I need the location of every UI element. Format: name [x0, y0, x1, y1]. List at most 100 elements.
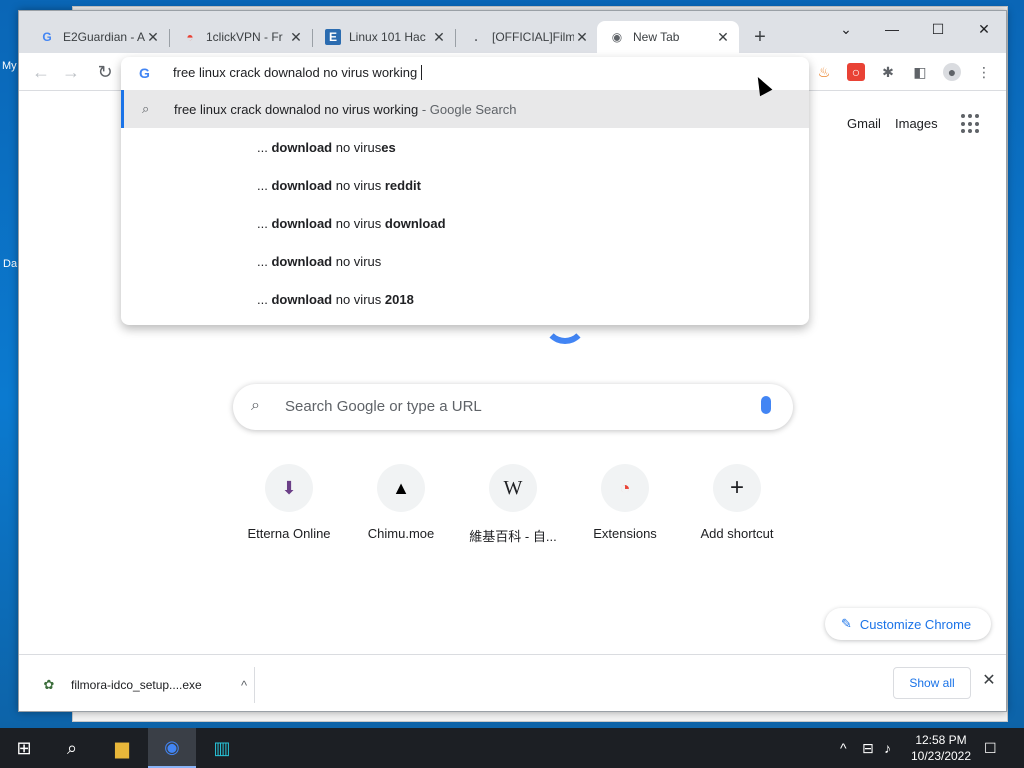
close-icon[interactable]: ✕ — [715, 29, 731, 46]
chevron-up-icon[interactable]: ^ — [234, 678, 254, 693]
extension-fire-icon[interactable]: ♨ — [815, 63, 833, 81]
chrome-icon: ◉ — [611, 30, 623, 44]
side-panel-icon[interactable]: ◧ — [911, 63, 929, 81]
suggestion-suffix: no virus — [332, 139, 382, 155]
suggestion-tail: es — [381, 139, 396, 155]
suggestion-row[interactable]: ... download no virus download — [121, 204, 809, 242]
shortcut-chimu[interactable]: ▲ Chimu.moe — [345, 464, 457, 541]
suggestion-text: free linux crack downalod no virus worki… — [174, 101, 419, 117]
search-icon: ⌕ — [142, 101, 150, 116]
shortcut-wikipedia[interactable]: W 維基百科 - 自... — [457, 464, 569, 545]
extensions-puzzle-icon[interactable]: ✱ — [879, 63, 897, 81]
customize-label: Customize Chrome — [859, 616, 972, 632]
windows-start-icon[interactable]: ⊞ — [0, 728, 48, 768]
minimize-button[interactable]: — — [869, 15, 915, 43]
search-icon[interactable]: ⌕ — [48, 728, 96, 768]
linux-icon: E — [325, 29, 341, 45]
new-tab-button[interactable]: + — [749, 27, 771, 49]
tab-e2guardian[interactable]: G E2Guardian - A ✕ — [27, 21, 169, 53]
omnibox-input[interactable]: free linux crack downalod no virus worki… — [173, 65, 422, 80]
app-taskbar-icon[interactable]: ▥ — [198, 728, 246, 768]
customize-chrome-button[interactable]: ✎ Customize Chrome — [825, 608, 991, 640]
suggestion-suffix: no virus — [332, 253, 382, 269]
suggestion-row[interactable]: ... download no virus reddit — [121, 166, 809, 204]
tab-linux-101[interactable]: E Linux 101 Hac ✕ — [313, 21, 455, 53]
clock-date: 10/23/2022 — [910, 749, 972, 763]
show-all-button[interactable]: Show all — [893, 667, 971, 699]
shortcut-extensions[interactable]: ◔ Extensions — [569, 464, 681, 541]
tab-strip: G E2Guardian - A ✕ ◓ 1clickVPN - Fr ✕ E … — [19, 11, 1006, 53]
file-explorer-icon[interactable]: ▆ — [98, 728, 146, 768]
google-g-icon: G — [139, 65, 150, 81]
suggestion-prefix: ... — [257, 139, 272, 155]
extension-ublock-icon[interactable]: ○ — [847, 63, 865, 81]
tab-label: E2Guardian - A — [63, 30, 145, 44]
clock[interactable]: 12:58 PM 10/23/2022 — [906, 732, 976, 764]
suggestion-row[interactable]: ... download no viruses — [121, 128, 809, 166]
download-filename: filmora-idco_setup....exe — [71, 678, 202, 692]
tab-label: Linux 101 Hac — [349, 30, 426, 44]
etterna-icon: ⬇ — [265, 464, 313, 512]
suggestion-bold: download — [271, 139, 333, 155]
tab-label: 1clickVPN - Fr — [206, 30, 283, 44]
suggestion-row[interactable]: ... download no virus 2018 — [121, 280, 809, 318]
shortcut-label: Chimu.moe — [367, 526, 435, 541]
tab-1clickvpn[interactable]: ◓ 1clickVPN - Fr ✕ — [170, 21, 312, 53]
google-g-icon: G — [42, 30, 52, 44]
suggestion-prefix: ... — [257, 253, 272, 269]
suggestion-suffix: no virus — [332, 215, 385, 231]
download-item[interactable]: ✿ filmora-idco_setup....exe ^ — [35, 667, 255, 703]
suggestion-bold: download — [271, 215, 333, 231]
close-window-button[interactable]: ✕ — [961, 15, 1006, 43]
maximize-button[interactable]: ☐ — [915, 15, 961, 43]
tab-label: New Tab — [633, 30, 680, 44]
omnibox-dropdown: G free linux crack downalod no virus wor… — [121, 57, 809, 325]
network-icon[interactable]: ⊟ — [862, 740, 874, 757]
shortcut-add[interactable]: + Add shortcut — [681, 464, 793, 541]
notifications-icon[interactable]: ☐ — [984, 740, 997, 757]
installer-icon: ✿ — [43, 677, 55, 692]
blank-icon: . — [474, 30, 478, 44]
suggestion-tail: 2018 — [384, 291, 414, 307]
reload-button[interactable]: ↻ — [93, 60, 117, 84]
download-bar: ✿ filmora-idco_setup....exe ^ Show all ✕ — [19, 654, 1006, 711]
suggestion-prefix: ... — [257, 177, 272, 193]
tab-official-film[interactable]: . [OFFICIAL]Film ✕ — [456, 21, 598, 53]
desktop-icon-label[interactable]: My — [2, 60, 17, 72]
gmail-link[interactable]: Gmail — [847, 116, 881, 131]
plus-icon: + — [713, 464, 761, 512]
suggestion-prefix: ... — [257, 291, 272, 307]
shortcut-etterna[interactable]: ⬇ Etterna Online — [233, 464, 345, 541]
suggestion-tail: download — [384, 215, 446, 231]
google-apps-icon[interactable] — [961, 114, 981, 134]
close-icon[interactable]: ✕ — [981, 673, 997, 689]
close-icon[interactable]: ✕ — [288, 29, 304, 46]
forward-button[interactable]: → — [59, 60, 83, 84]
volume-icon[interactable]: ♪ — [884, 740, 891, 756]
vpn-icon: ◓ — [186, 30, 194, 44]
profile-avatar-icon[interactable]: ● — [943, 63, 961, 81]
back-button[interactable]: ← — [29, 60, 53, 84]
suggestion-bold: download — [271, 177, 333, 193]
images-link[interactable]: Images — [895, 116, 938, 131]
search-placeholder: Search Google or type a URL — [285, 398, 482, 415]
search-box[interactable]: ⌕ Search Google or type a URL — [233, 384, 793, 430]
microphone-icon[interactable] — [761, 396, 771, 414]
close-icon[interactable]: ✕ — [431, 29, 447, 46]
chrome-taskbar-icon[interactable]: ◉ — [148, 728, 196, 768]
desktop-icon-label[interactable]: Da — [3, 258, 17, 270]
menu-kebab-icon[interactable]: ⋮ — [975, 63, 993, 81]
tab-search-icon[interactable]: ⌄ — [823, 15, 869, 43]
tab-label: [OFFICIAL]Film — [492, 30, 574, 44]
shortcut-label: Etterna Online — [247, 526, 331, 541]
close-icon[interactable]: ✕ — [145, 29, 161, 46]
suggestion-row[interactable]: ... download no virus — [121, 242, 809, 280]
wikipedia-icon: W — [489, 464, 537, 512]
close-icon[interactable]: ✕ — [574, 29, 590, 46]
suggestion-row[interactable]: ⌕ free linux crack downalod no virus wor… — [121, 90, 809, 128]
pencil-icon: ✎ — [841, 616, 852, 631]
tab-new-tab[interactable]: ◉ New Tab ✕ — [597, 21, 739, 53]
shortcut-label: Add shortcut — [700, 526, 774, 541]
suggestion-bold: download — [271, 291, 333, 307]
chevron-up-icon[interactable]: ^ — [840, 740, 847, 756]
